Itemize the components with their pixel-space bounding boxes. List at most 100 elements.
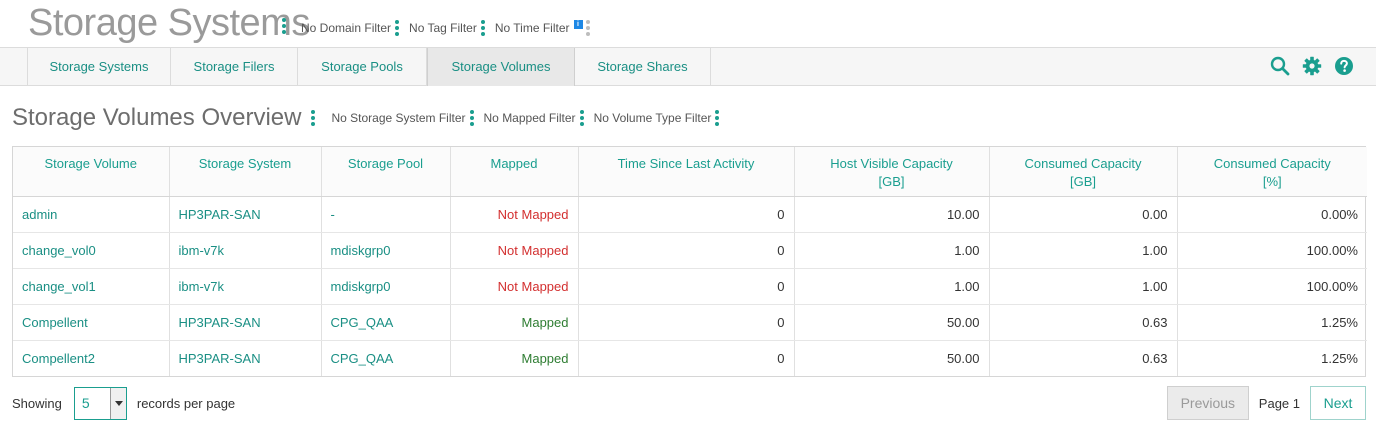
tag-filter-menu-icon[interactable] <box>480 20 485 36</box>
cell-host-visible-capacity: 10.00 <box>794 196 990 233</box>
table-row: admin HP3PAR-SAN - Not Mapped 0 10.00 0.… <box>13 196 1367 233</box>
info-icon[interactable]: i <box>573 19 583 29</box>
section-menu-icon[interactable] <box>311 110 316 126</box>
cell-storage-system[interactable]: HP3PAR-SAN <box>169 196 322 233</box>
cell-host-visible-capacity: 1.00 <box>794 232 990 269</box>
col-label: Storage System <box>198 156 292 171</box>
cell-mapped: Mapped <box>450 340 579 376</box>
col-header-consumed-capacity-gb[interactable]: Consumed Capacity [GB] <box>989 147 1178 197</box>
cell-storage-system[interactable]: ibm-v7k <box>169 232 322 269</box>
search-icon[interactable] <box>1270 56 1290 76</box>
tab-storage-volumes[interactable]: Storage Volumes <box>427 48 575 86</box>
cell-last-activity: 0 <box>578 232 795 269</box>
volumes-table-container: Storage Volume Storage System Storage Po… <box>12 146 1367 377</box>
cell-mapped: Not Mapped <box>450 268 579 305</box>
cell-storage-volume[interactable]: admin <box>13 196 170 233</box>
col-label: Host Visible Capacity <box>830 156 953 171</box>
tab-storage-filers[interactable]: Storage Filers <box>171 48 298 86</box>
domain-filter-menu-icon[interactable] <box>395 20 400 36</box>
storage-system-filter-menu-icon[interactable] <box>469 110 474 126</box>
cell-storage-volume[interactable]: change_vol1 <box>13 268 170 305</box>
cell-storage-pool[interactable]: mdiskgrp0 <box>321 232 451 269</box>
app-title: Storage Systems <box>28 2 310 44</box>
col-unit: [GB] <box>878 174 905 189</box>
cell-storage-system[interactable]: ibm-v7k <box>169 268 322 305</box>
gear-icon[interactable] <box>1302 56 1322 76</box>
tag-filter[interactable]: No Tag Filter <box>409 20 485 36</box>
col-header-mapped[interactable]: Mapped <box>450 147 579 197</box>
cell-host-visible-capacity: 1.00 <box>794 268 990 305</box>
help-icon[interactable] <box>1334 56 1354 76</box>
cell-storage-system[interactable]: HP3PAR-SAN <box>169 340 322 376</box>
toolbar-icons <box>1270 56 1354 76</box>
col-header-time-since-last-activity[interactable]: Time Since Last Activity <box>578 147 795 197</box>
col-label: Storage Pool <box>347 156 424 171</box>
cell-consumed-capacity-pct: 1.25% <box>1177 304 1367 341</box>
cell-storage-pool[interactable]: - <box>321 196 451 233</box>
cell-storage-system[interactable]: HP3PAR-SAN <box>169 304 322 341</box>
global-filters: No Domain Filter No Tag Filter No Time F… <box>301 19 600 36</box>
domain-filter-label: No Domain Filter <box>301 21 392 35</box>
tab-storage-systems[interactable]: Storage Systems <box>28 48 171 86</box>
cell-storage-pool[interactable]: CPG_QAA <box>321 340 451 376</box>
cell-last-activity: 0 <box>578 268 795 305</box>
table-row: Compellent2 HP3PAR-SAN CPG_QAA Mapped 0 … <box>13 340 1367 376</box>
records-per-page-label: records per page <box>136 396 236 411</box>
cell-storage-pool[interactable]: CPG_QAA <box>321 304 451 341</box>
volumes-table: Storage Volume Storage System Storage Po… <box>13 147 1367 376</box>
tab-label: Storage Systems <box>49 59 149 74</box>
tab-spacer <box>0 48 28 86</box>
tab-storage-shares[interactable]: Storage Shares <box>575 48 711 86</box>
previous-button[interactable]: Previous <box>1166 386 1249 420</box>
showing-label: Showing <box>12 396 62 411</box>
table-row: change_vol0 ibm-v7k mdiskgrp0 Not Mapped… <box>13 232 1367 269</box>
time-filter-label: No Time Filter <box>494 21 570 35</box>
cell-consumed-capacity-gb: 0.00 <box>989 196 1178 233</box>
title-menu-icon[interactable] <box>282 18 286 34</box>
cell-consumed-capacity-pct: 0.00% <box>1177 196 1367 233</box>
cell-storage-pool[interactable]: mdiskgrp0 <box>321 268 451 305</box>
table-row: change_vol1 ibm-v7k mdiskgrp0 Not Mapped… <box>13 268 1367 305</box>
records-per-page-select[interactable]: 5 <box>73 387 127 420</box>
cell-host-visible-capacity: 50.00 <box>794 340 990 376</box>
col-label: Consumed Capacity <box>1024 156 1142 171</box>
domain-filter[interactable]: No Domain Filter <box>301 20 400 36</box>
cell-host-visible-capacity: 50.00 <box>794 304 990 341</box>
col-header-storage-volume[interactable]: Storage Volume <box>13 147 170 197</box>
volume-type-filter[interactable]: No Volume Type Filter <box>594 111 712 125</box>
cell-storage-volume[interactable]: change_vol0 <box>13 232 170 269</box>
tab-label: Storage Shares <box>597 59 688 74</box>
cell-consumed-capacity-gb: 1.00 <box>989 232 1178 269</box>
tab-label: Storage Pools <box>321 59 403 74</box>
cell-last-activity: 0 <box>578 340 795 376</box>
col-header-storage-pool[interactable]: Storage Pool <box>321 147 451 197</box>
records-per-page-value: 5 <box>81 395 90 411</box>
col-header-storage-system[interactable]: Storage System <box>169 147 322 197</box>
tag-filter-label: No Tag Filter <box>409 21 477 35</box>
mapped-filter[interactable]: No Mapped Filter <box>484 111 576 125</box>
table-header-row: Storage Volume Storage System Storage Po… <box>13 147 1367 197</box>
cell-consumed-capacity-pct: 100.00% <box>1177 268 1367 305</box>
cell-storage-volume[interactable]: Compellent2 <box>13 340 170 376</box>
cell-mapped: Not Mapped <box>450 232 579 269</box>
chevron-down-icon[interactable] <box>109 388 126 419</box>
cell-storage-volume[interactable]: Compellent <box>13 304 170 341</box>
mapped-filter-menu-icon[interactable] <box>579 110 584 126</box>
tab-storage-pools[interactable]: Storage Pools <box>298 48 427 86</box>
storage-system-filter[interactable]: No Storage System Filter <box>331 111 465 125</box>
col-label: Time Since Last Activity <box>617 156 755 171</box>
col-unit: [GB] <box>1069 174 1096 189</box>
next-button[interactable]: Next <box>1310 386 1366 420</box>
col-label: Storage Volume <box>44 156 137 171</box>
time-filter-menu-icon[interactable] <box>585 20 590 36</box>
cell-mapped: Mapped <box>450 304 579 341</box>
volume-type-filter-menu-icon[interactable] <box>715 110 720 126</box>
page-indicator: Page 1 <box>1258 395 1300 411</box>
col-header-host-visible-capacity[interactable]: Host Visible Capacity [GB] <box>794 147 990 197</box>
col-label: Mapped <box>490 156 538 171</box>
cell-consumed-capacity-pct: 100.00% <box>1177 232 1367 269</box>
col-header-consumed-capacity-pct[interactable]: Consumed Capacity [%] <box>1177 147 1367 197</box>
cell-last-activity: 0 <box>578 304 795 341</box>
pagination: Previous Page 1 Next <box>1166 386 1366 420</box>
time-filter[interactable]: No Time Filter i <box>494 19 590 36</box>
